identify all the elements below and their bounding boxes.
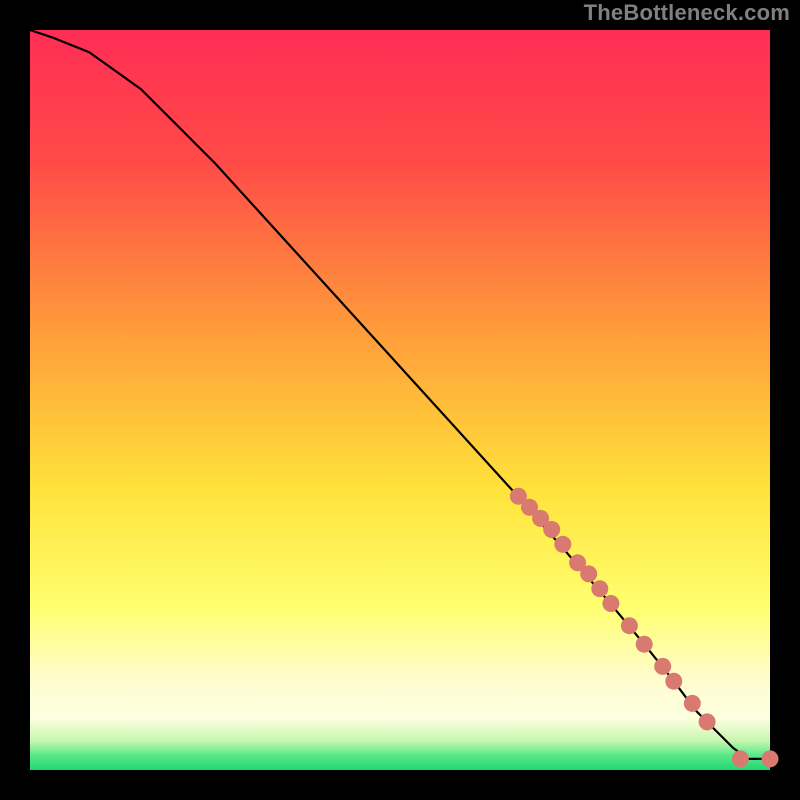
chart-svg (0, 0, 800, 800)
marker-dot (554, 536, 571, 553)
marker-dot (762, 750, 779, 767)
marker-dot (602, 595, 619, 612)
marker-dot (699, 713, 716, 730)
chart-stage: TheBottleneck.com (0, 0, 800, 800)
marker-dot (543, 521, 560, 538)
marker-dot (636, 636, 653, 653)
marker-dot (665, 673, 682, 690)
marker-dot (732, 750, 749, 767)
marker-dot (580, 565, 597, 582)
marker-dot (684, 695, 701, 712)
marker-dot (654, 658, 671, 675)
watermark-text: TheBottleneck.com (584, 0, 790, 26)
marker-dot (591, 580, 608, 597)
marker-dot (621, 617, 638, 634)
